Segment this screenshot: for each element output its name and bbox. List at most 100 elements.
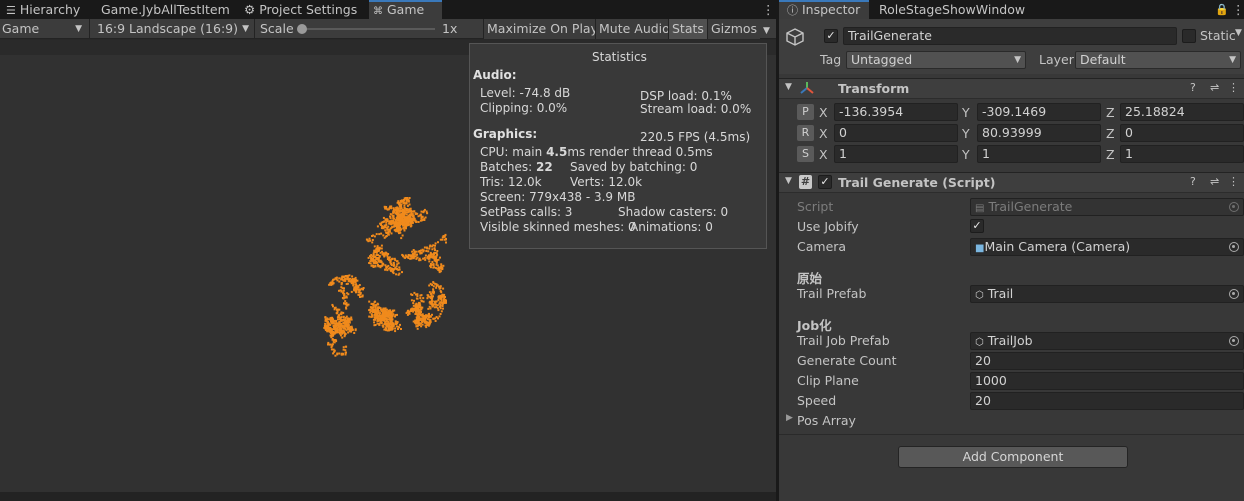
trail-particle (426, 256, 429, 259)
trail-particle (394, 330, 397, 333)
trail-particle (330, 335, 333, 338)
trail-particle (388, 259, 391, 262)
static-checkbox[interactable] (1182, 29, 1196, 43)
use-jobify-label: Use Jobify (797, 219, 859, 234)
active-checkbox[interactable]: ✓ (824, 29, 838, 43)
pos-array-label[interactable]: Pos Array (797, 413, 856, 428)
trail-particle (358, 288, 361, 291)
trail-particle (327, 343, 329, 346)
lock-icon[interactable]: 🔒 (1211, 0, 1229, 19)
generate-count-field[interactable]: 20 (970, 352, 1244, 370)
layer-dropdown[interactable]: Default ▼ (1075, 51, 1241, 69)
object-picker-icon[interactable] (1229, 242, 1239, 252)
scale-reset-button[interactable]: S (797, 146, 814, 162)
foldout-arrow-icon[interactable]: ▶ (786, 413, 793, 423)
rotation-reset-button[interactable]: R (797, 125, 814, 141)
position-reset-button[interactable]: P (797, 104, 814, 120)
scale-z-field[interactable]: 1 (1120, 145, 1244, 163)
script-label: Script (797, 199, 834, 214)
help-icon[interactable]: ? (1190, 175, 1196, 188)
maximize-on-play-button[interactable]: Maximize On Play (483, 19, 601, 39)
use-jobify-checkbox[interactable]: ✓ (970, 219, 984, 233)
scale-y-label[interactable]: Y (962, 147, 970, 162)
trail-particle (380, 244, 383, 247)
trail-particle (422, 210, 425, 213)
script-component-header[interactable]: ▼ # ✓ Trail Generate (Script) ? ⇌ ⋮ (779, 172, 1244, 193)
trail-particle (335, 319, 338, 322)
trail-particle (374, 308, 377, 311)
position-x-label[interactable]: X (819, 105, 828, 120)
component-menu-icon[interactable]: ⋮ (1228, 175, 1239, 188)
tab-hierarchy[interactable]: ☰ Hierarchy (2, 0, 80, 19)
position-y-field[interactable]: -309.1469 (977, 103, 1101, 121)
more-menu-icon[interactable]: ⋮ (758, 0, 775, 19)
tab-game-jyb[interactable]: Game.JybAllTestItem (97, 0, 230, 19)
rotation-y-label[interactable]: Y (962, 126, 970, 141)
trail-particle (343, 292, 346, 295)
trail-particle (361, 295, 364, 298)
rotation-z-field[interactable]: 0 (1120, 124, 1244, 142)
rotation-z-label[interactable]: Z (1106, 126, 1115, 141)
trail-job-prefab-field[interactable]: ⬡ TrailJob (970, 332, 1244, 350)
rotation-x-label[interactable]: X (819, 126, 828, 141)
trail-particle (440, 297, 443, 300)
position-z-label[interactable]: Z (1106, 105, 1115, 120)
display-dropdown[interactable]: Game ▼ (2, 19, 86, 39)
script-enabled-checkbox[interactable]: ✓ (818, 175, 832, 189)
scale-y-field[interactable]: 1 (977, 145, 1101, 163)
trail-particle (347, 331, 350, 334)
trail-particle (376, 247, 379, 250)
position-x-field[interactable]: -136.3954 (834, 103, 958, 121)
trail-particle (427, 250, 430, 253)
preset-icon[interactable]: ⇌ (1210, 175, 1219, 188)
tab-project-settings[interactable]: ⚙ Project Settings (240, 0, 357, 19)
transform-title: Transform (838, 81, 910, 96)
game-toolbar: Game ▼ 16:9 Landscape (16:9) ▼ Scale 1x … (0, 19, 776, 39)
gizmos-button[interactable]: Gizmos (707, 19, 761, 39)
object-picker-icon[interactable] (1229, 289, 1239, 299)
component-menu-icon[interactable]: ⋮ (1228, 81, 1239, 94)
clip-plane-field[interactable]: 1000 (970, 372, 1244, 390)
position-z-field[interactable]: 25.18824 (1120, 103, 1244, 121)
mute-audio-button[interactable]: Mute Audio (595, 19, 673, 39)
trail-particle (331, 316, 334, 319)
preset-icon[interactable]: ⇌ (1210, 81, 1219, 94)
aspect-dropdown[interactable]: 16:9 Landscape (16:9) ▼ (97, 19, 251, 39)
trail-particle (373, 251, 376, 254)
trail-particle (387, 320, 390, 323)
static-dropdown-icon[interactable]: ▼ (1235, 28, 1242, 38)
stats-button[interactable]: Stats (668, 19, 707, 39)
trail-prefab-field[interactable]: ⬡ Trail (970, 285, 1244, 303)
transform-header[interactable]: ▼ Transform ? ⇌ ⋮ (779, 78, 1244, 99)
foldout-arrow-icon[interactable]: ▼ (785, 176, 792, 186)
trail-particle (394, 314, 397, 317)
speed-field[interactable]: 20 (970, 392, 1244, 410)
position-y-label[interactable]: Y (962, 105, 970, 120)
rotation-y-field[interactable]: 80.93999 (977, 124, 1101, 142)
tab-inspector[interactable]: ⓘ Inspector (779, 0, 869, 19)
object-picker-icon[interactable] (1229, 336, 1239, 346)
camera-label: Camera (797, 239, 847, 254)
add-component-button[interactable]: Add Component (898, 446, 1128, 468)
scale-z-label[interactable]: Z (1106, 147, 1115, 162)
tab-role-stage-show-window[interactable]: RoleStageShowWindow (875, 0, 1025, 19)
gizmos-dropdown-icon[interactable]: ▼ (763, 19, 770, 39)
help-icon[interactable]: ? (1190, 81, 1196, 94)
trail-particle (386, 315, 389, 318)
batches-stat: Batches: 22 (480, 160, 553, 174)
scale-slider-track[interactable] (300, 28, 435, 30)
object-name-field[interactable]: TrailGenerate (843, 27, 1177, 45)
script-icon: # (799, 175, 812, 189)
more-menu-icon[interactable]: ⋮ (1228, 0, 1244, 19)
tab-game[interactable]: ⌘ Game (369, 0, 442, 19)
camera-field[interactable]: ■Main Camera (Camera) (970, 238, 1244, 256)
scale-x-field[interactable]: 1 (834, 145, 958, 163)
foldout-arrow-icon[interactable]: ▼ (785, 82, 792, 92)
trail-particle (390, 205, 393, 208)
rotation-x-field[interactable]: 0 (834, 124, 958, 142)
section-original-header: 原始 (797, 271, 823, 286)
scale-slider-handle[interactable] (297, 24, 307, 34)
scale-x-label[interactable]: X (819, 147, 828, 162)
tag-dropdown[interactable]: Untagged ▼ (846, 51, 1026, 69)
trail-particle (425, 316, 428, 319)
